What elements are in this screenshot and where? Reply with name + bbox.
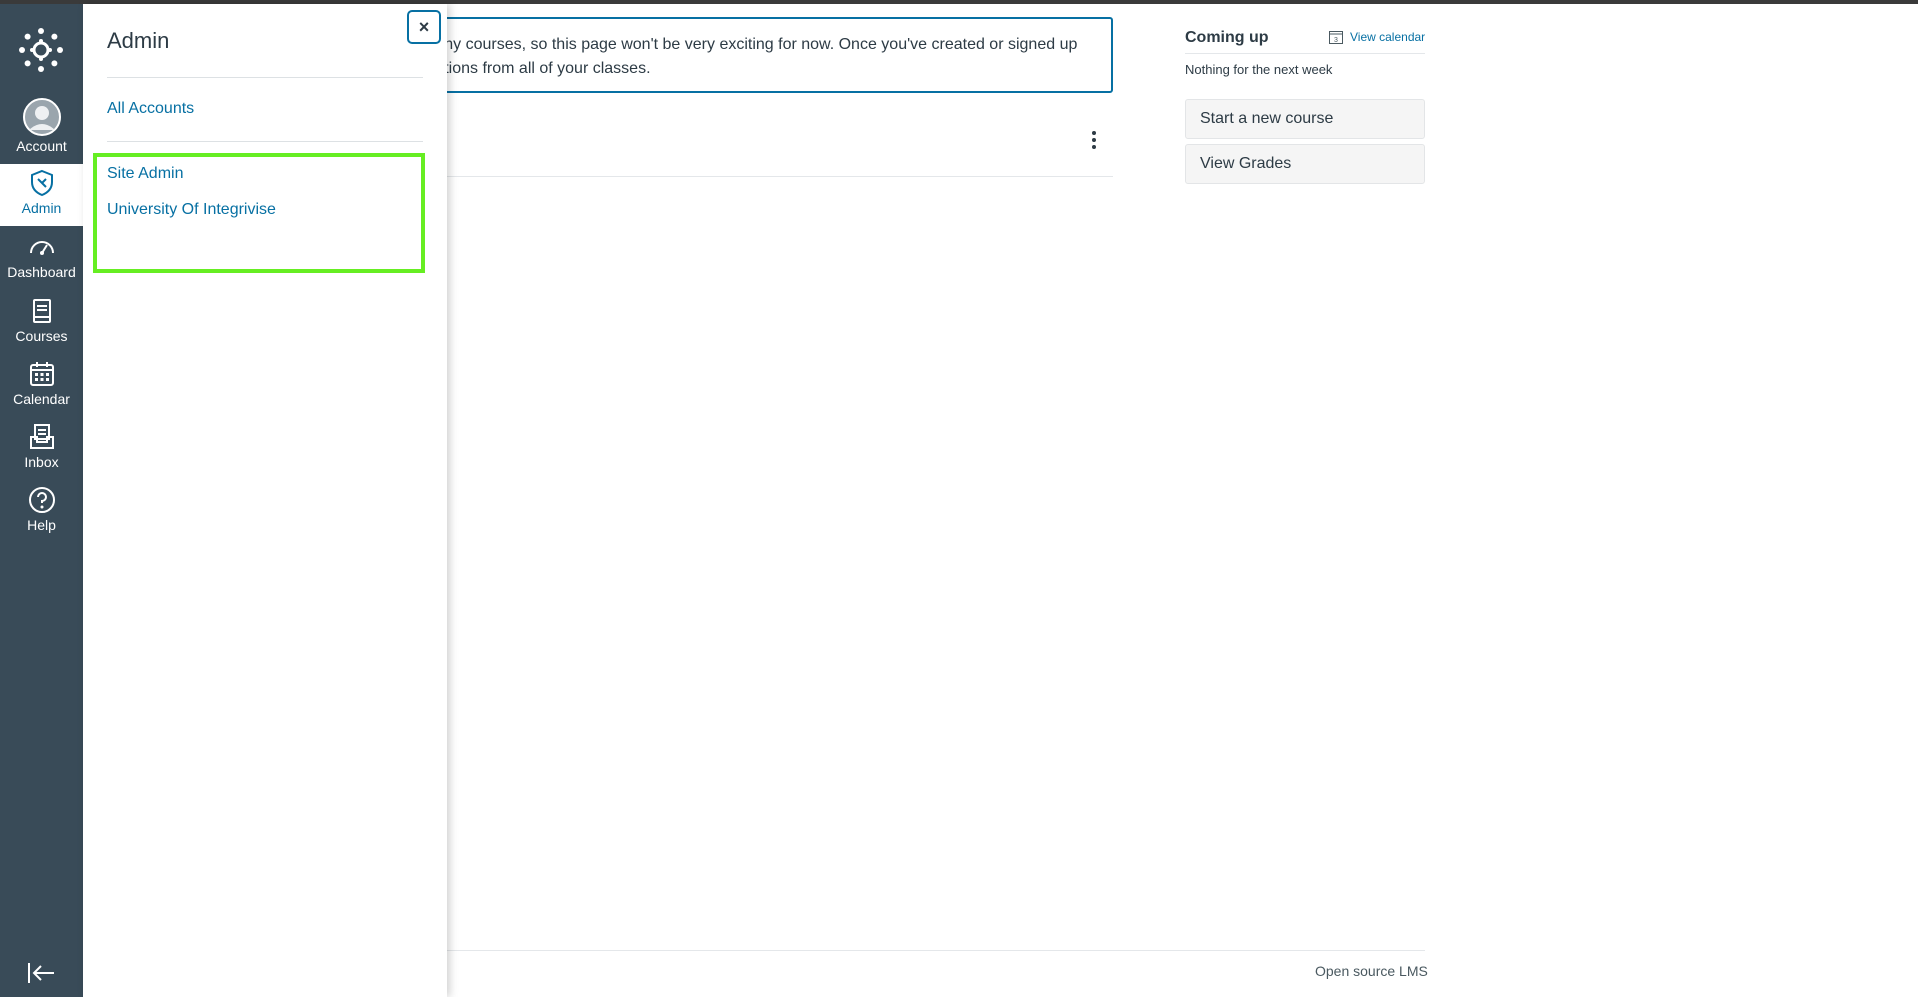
highlight-box <box>93 153 425 273</box>
nav-item-help[interactable]: Help <box>0 481 83 543</box>
nav-item-inbox[interactable]: Inbox <box>0 418 83 480</box>
global-navigation: Account Admin Dashboard Courses Calendar… <box>0 4 83 997</box>
dashboard-gauge-icon <box>29 241 54 255</box>
nav-item-admin[interactable]: Admin <box>0 164 83 226</box>
view-calendar-link[interactable]: 3 View calendar <box>1328 29 1425 45</box>
footer-divider <box>447 950 1425 951</box>
nav-item-courses[interactable]: Courses <box>0 292 83 354</box>
admin-tray: Admin × All Accounts Site Admin Universi… <box>83 4 447 997</box>
nav-label-calendar: Calendar <box>13 391 70 407</box>
banner-text-line2: rsations from all of your classes. <box>422 60 651 77</box>
collapse-nav-arrow-icon[interactable] <box>26 961 56 985</box>
nav-label-courses: Courses <box>15 328 68 344</box>
coming-up-divider <box>1185 53 1425 54</box>
nav-label-inbox: Inbox <box>24 454 59 470</box>
nav-label-help: Help <box>27 517 56 533</box>
banner-text-line1: e any courses, so this page won't be ver… <box>422 36 1078 53</box>
nav-label-account: Account <box>16 138 67 154</box>
tray-title: Admin <box>107 28 170 53</box>
tray-divider <box>107 141 423 142</box>
courses-book-icon <box>32 299 51 323</box>
view-grades-button[interactable]: View Grades <box>1185 144 1425 184</box>
view-calendar-label: View calendar <box>1350 30 1426 44</box>
nav-item-account[interactable]: Account <box>0 96 83 162</box>
inbox-icon <box>29 424 54 449</box>
all-accounts-link[interactable]: All Accounts <box>107 100 194 118</box>
kebab-menu-icon[interactable] <box>1086 128 1102 152</box>
nav-label-admin: Admin <box>21 200 62 216</box>
calendar-icon <box>29 362 54 386</box>
admin-shield-icon <box>30 169 53 197</box>
account-avatar-icon <box>22 98 61 136</box>
calendar-small-icon: 3 <box>1329 31 1343 44</box>
nav-item-dashboard[interactable]: Dashboard <box>0 228 83 290</box>
coming-up-empty-text: Nothing for the next week <box>1185 62 1333 77</box>
close-icon: × <box>418 17 430 37</box>
open-source-lms-link[interactable]: Open source LMS <box>1315 963 1428 979</box>
start-new-course-button[interactable]: Start a new course <box>1185 99 1425 139</box>
canvas-logo-icon[interactable] <box>17 26 65 74</box>
close-tray-button[interactable]: × <box>407 10 441 44</box>
help-circle-icon <box>28 487 55 513</box>
nav-item-calendar[interactable]: Calendar <box>0 355 83 417</box>
nav-label-dashboard: Dashboard <box>7 264 76 280</box>
calendar-small-day: 3 <box>1334 37 1338 44</box>
coming-up-heading: Coming up <box>1185 29 1269 46</box>
header-divider <box>447 176 1113 177</box>
tray-divider <box>107 77 423 78</box>
